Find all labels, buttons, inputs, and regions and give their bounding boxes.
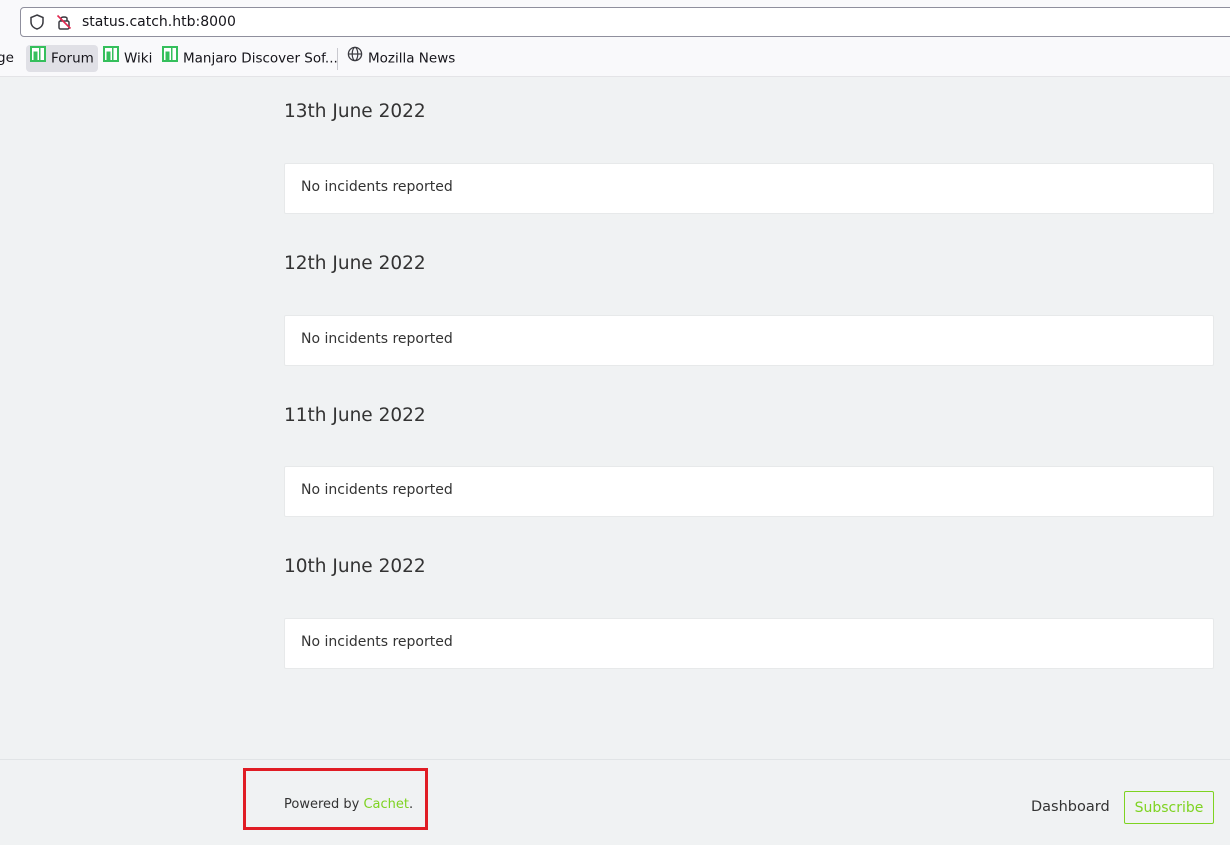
incident-message: No incidents reported [301,179,453,195]
incident-message: No incidents reported [301,482,453,498]
incident-panel: No incidents reported [284,618,1214,669]
powered-by-text: Powered by Cachet. [284,797,413,812]
bookmark-item-partial[interactable]: ge [0,45,14,72]
timeline-date-heading: 11th June 2022 [284,405,426,426]
bookmark-label: Forum [51,50,94,67]
globe-icon [347,45,363,72]
incident-message: No incidents reported [301,634,453,650]
bookmark-label: Wiki [124,50,153,67]
powered-by-suffix: . [409,797,414,812]
incident-panel: No incidents reported [284,163,1214,214]
bookmark-label: Mozilla News [368,50,456,67]
url-text[interactable]: status.catch.htb:8000 [82,13,236,31]
browser-toolbar: status.catch.htb:8000 ge Forum Wiki Manj… [0,0,1230,77]
timeline-date-heading: 13th June 2022 [284,101,426,122]
bookmark-label: Manjaro Discover Sof... [183,50,338,67]
bookmark-item-mozilla-news[interactable]: Mozilla News [347,45,455,72]
dashboard-link[interactable]: Dashboard [1031,799,1110,815]
incident-panel: No incidents reported [284,466,1214,517]
timeline-date-heading: 12th June 2022 [284,253,426,274]
manjaro-icon [103,45,119,72]
bookmark-item-wiki[interactable]: Wiki [103,45,152,72]
bookmark-item-forum[interactable]: Forum [26,45,98,72]
cachet-link[interactable]: Cachet [363,797,409,812]
incident-message: No incidents reported [301,331,453,347]
subscribe-button[interactable]: Subscribe [1124,791,1214,824]
manjaro-icon [30,45,46,72]
incident-panel: No incidents reported [284,315,1214,366]
footer-divider [0,759,1230,760]
insecure-lock-icon[interactable] [55,13,73,31]
timeline-date-heading: 10th June 2022 [284,556,426,577]
powered-by-prefix: Powered by [284,797,364,812]
manjaro-icon [162,45,178,72]
bookmarks-separator [337,48,338,70]
bookmark-item-manjaro-discover[interactable]: Manjaro Discover Sof... [162,45,338,72]
bookmark-label: ge [0,50,14,66]
bookmarks-bar: ge Forum Wiki Manjaro Discover Sof... Mo… [0,44,1230,74]
tracking-protection-shield-icon[interactable] [28,13,46,31]
address-bar[interactable]: status.catch.htb:8000 [20,7,1230,37]
